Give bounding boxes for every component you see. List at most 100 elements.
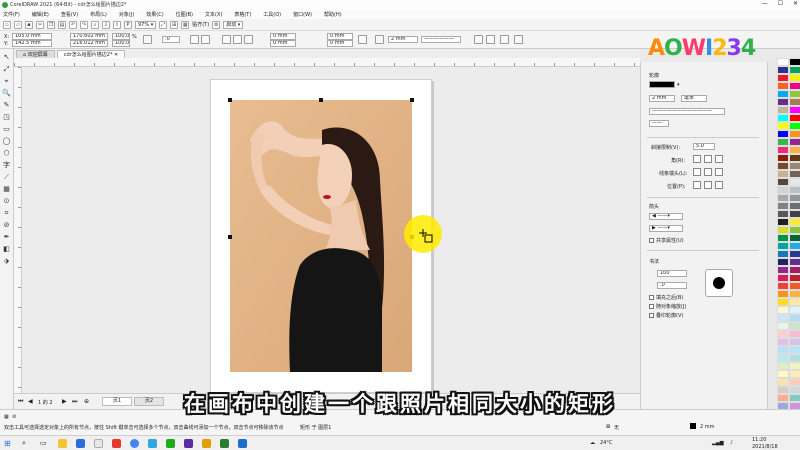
premiere-icon[interactable] [184,439,193,448]
next-page-icon[interactable]: ▶ [62,398,67,405]
palette-swatch[interactable] [790,243,800,249]
toolbox-tool-15-icon[interactable]: ✒ [2,233,11,242]
palette-swatch[interactable] [790,339,800,345]
selection-handle-top-left[interactable] [228,98,232,102]
search-icon[interactable]: ⌕ [22,439,26,448]
first-page-icon[interactable]: ⏮ [18,398,23,406]
palette-swatch[interactable] [778,355,788,361]
menu-layout[interactable]: 布局(L) [90,11,107,18]
palette-swatch[interactable] [790,227,800,233]
drawing-canvas[interactable] [22,67,640,393]
maximize-button[interactable]: ☐ [778,0,783,7]
palette-swatch[interactable] [778,267,788,273]
palette-swatch[interactable] [790,115,800,121]
windows-start-icon[interactable]: ⊞ [4,439,11,448]
palette-swatch[interactable] [790,371,800,377]
y-position-field[interactable]: 142.5 mm [12,40,52,47]
width-field[interactable]: 170.602 mm [70,33,108,40]
palette-swatch[interactable] [790,323,800,329]
file-explorer-icon[interactable] [58,439,67,448]
toolbox-tool-8-icon[interactable]: ⬡ [2,149,11,158]
palette-swatch[interactable] [778,83,788,89]
x-position-field[interactable]: 105.0 mm [12,33,52,40]
docker-side-tabs[interactable] [767,62,777,409]
start-arrow-select[interactable]: ◀ ——▾ [649,213,683,220]
palette-swatch[interactable] [778,387,788,393]
palette-swatch[interactable] [778,339,788,345]
palette-swatch[interactable] [778,203,788,209]
palette-swatch[interactable] [790,131,800,137]
store-icon[interactable] [94,439,103,448]
palette-swatch[interactable] [778,235,788,241]
app-red-icon[interactable] [112,439,121,448]
palette-swatch[interactable] [790,331,800,337]
palette-swatch[interactable] [790,347,800,353]
palette-swatch[interactable] [790,203,800,209]
rotation-field[interactable]: .0 [162,36,180,43]
palette-swatch[interactable] [790,355,800,361]
palette-swatch[interactable] [790,107,800,113]
menu-edit[interactable]: 编辑(E) [32,11,49,18]
vertical-ruler[interactable] [14,67,22,393]
menu-table[interactable]: 表格(T) [234,11,251,18]
toolbox-tool-9-icon[interactable]: 字 [2,161,11,170]
undo-icon[interactable]: ↶ [69,20,77,29]
line-style-field[interactable]: ———————————— [649,108,725,115]
butt-cap-icon[interactable] [693,168,701,176]
outline-width-field[interactable]: 2 mm [649,95,675,102]
corner-radius-bottom-left[interactable]: 0 mm [270,40,296,47]
toolbox-tool-5-icon[interactable]: ◳ [2,113,11,122]
chamfer-corner-icon[interactable] [244,35,253,44]
palette-swatch[interactable] [790,267,800,273]
palette-swatch[interactable] [790,67,800,73]
palette-swatch[interactable] [778,243,788,249]
toolbox-tool-0-icon[interactable]: ↖ [2,53,11,62]
menu-text[interactable]: 文本(X) [205,11,222,18]
palette-swatch[interactable] [778,163,788,169]
tab-welcome-screen[interactable]: ⌂ 欢迎屏幕 [16,50,55,58]
corner-radius-top-right[interactable]: 0 mm [327,33,353,40]
palette-swatch[interactable] [778,59,788,65]
page-tab-1[interactable]: 页1 [102,397,132,406]
center-position-icon[interactable] [704,181,712,189]
inside-position-icon[interactable] [715,181,723,189]
fill-behind-checkbox[interactable]: 填充之后(B) [649,294,683,301]
toolbox-tool-17-icon[interactable]: ⬗ [2,257,11,266]
scale-with-object-checkbox[interactable]: 随对象缩放(J) [649,303,686,310]
toolbox-tool-6-icon[interactable]: ▭ [2,125,11,134]
palette-swatch[interactable] [778,67,788,73]
pdf-icon[interactable]: P [124,20,132,29]
round-corner-icon[interactable] [704,155,712,163]
snap-to-dropdown[interactable]: 贴齐(T) [192,21,209,28]
palette-swatch[interactable] [778,395,788,401]
quick-customize-icon[interactable] [514,35,523,44]
save-icon[interactable]: ▪ [25,20,33,29]
grid-icon[interactable]: ▦ [181,20,190,29]
relative-scaling-icon[interactable] [358,35,367,44]
palette-swatch[interactable] [790,291,800,297]
palette-swatch[interactable] [778,371,788,377]
miter-limit-field[interactable]: 5.0 [693,143,715,150]
palette-swatch[interactable] [790,363,800,369]
toolbox-tool-14-icon[interactable]: ⊘ [2,221,11,230]
palette-swatch[interactable] [790,171,800,177]
palette-swatch[interactable] [778,219,788,225]
palette-swatch[interactable] [790,387,800,393]
palette-swatch[interactable] [778,331,788,337]
mirror-vertical-icon[interactable] [201,35,210,44]
palette-swatch[interactable] [790,91,800,97]
palette-swatch[interactable] [778,227,788,233]
palette-swatch[interactable] [790,187,800,193]
menu-effects[interactable]: 效果(C) [146,11,163,18]
palette-swatch[interactable] [790,275,800,281]
unit-select[interactable]: 毫米 [681,95,707,102]
height-field[interactable]: 216.012 mm [70,40,108,47]
open-folder-icon[interactable]: ▱ [14,20,22,29]
palette-swatch[interactable] [790,315,800,321]
menu-help[interactable]: 帮助(H) [324,11,342,18]
task-view-icon[interactable]: ▭ [40,439,47,447]
menu-object[interactable]: 对象(J) [119,11,134,18]
full-screen-icon[interactable]: ⤢ [159,20,168,29]
palette-swatch[interactable] [790,283,800,289]
palette-swatch[interactable] [778,75,788,81]
